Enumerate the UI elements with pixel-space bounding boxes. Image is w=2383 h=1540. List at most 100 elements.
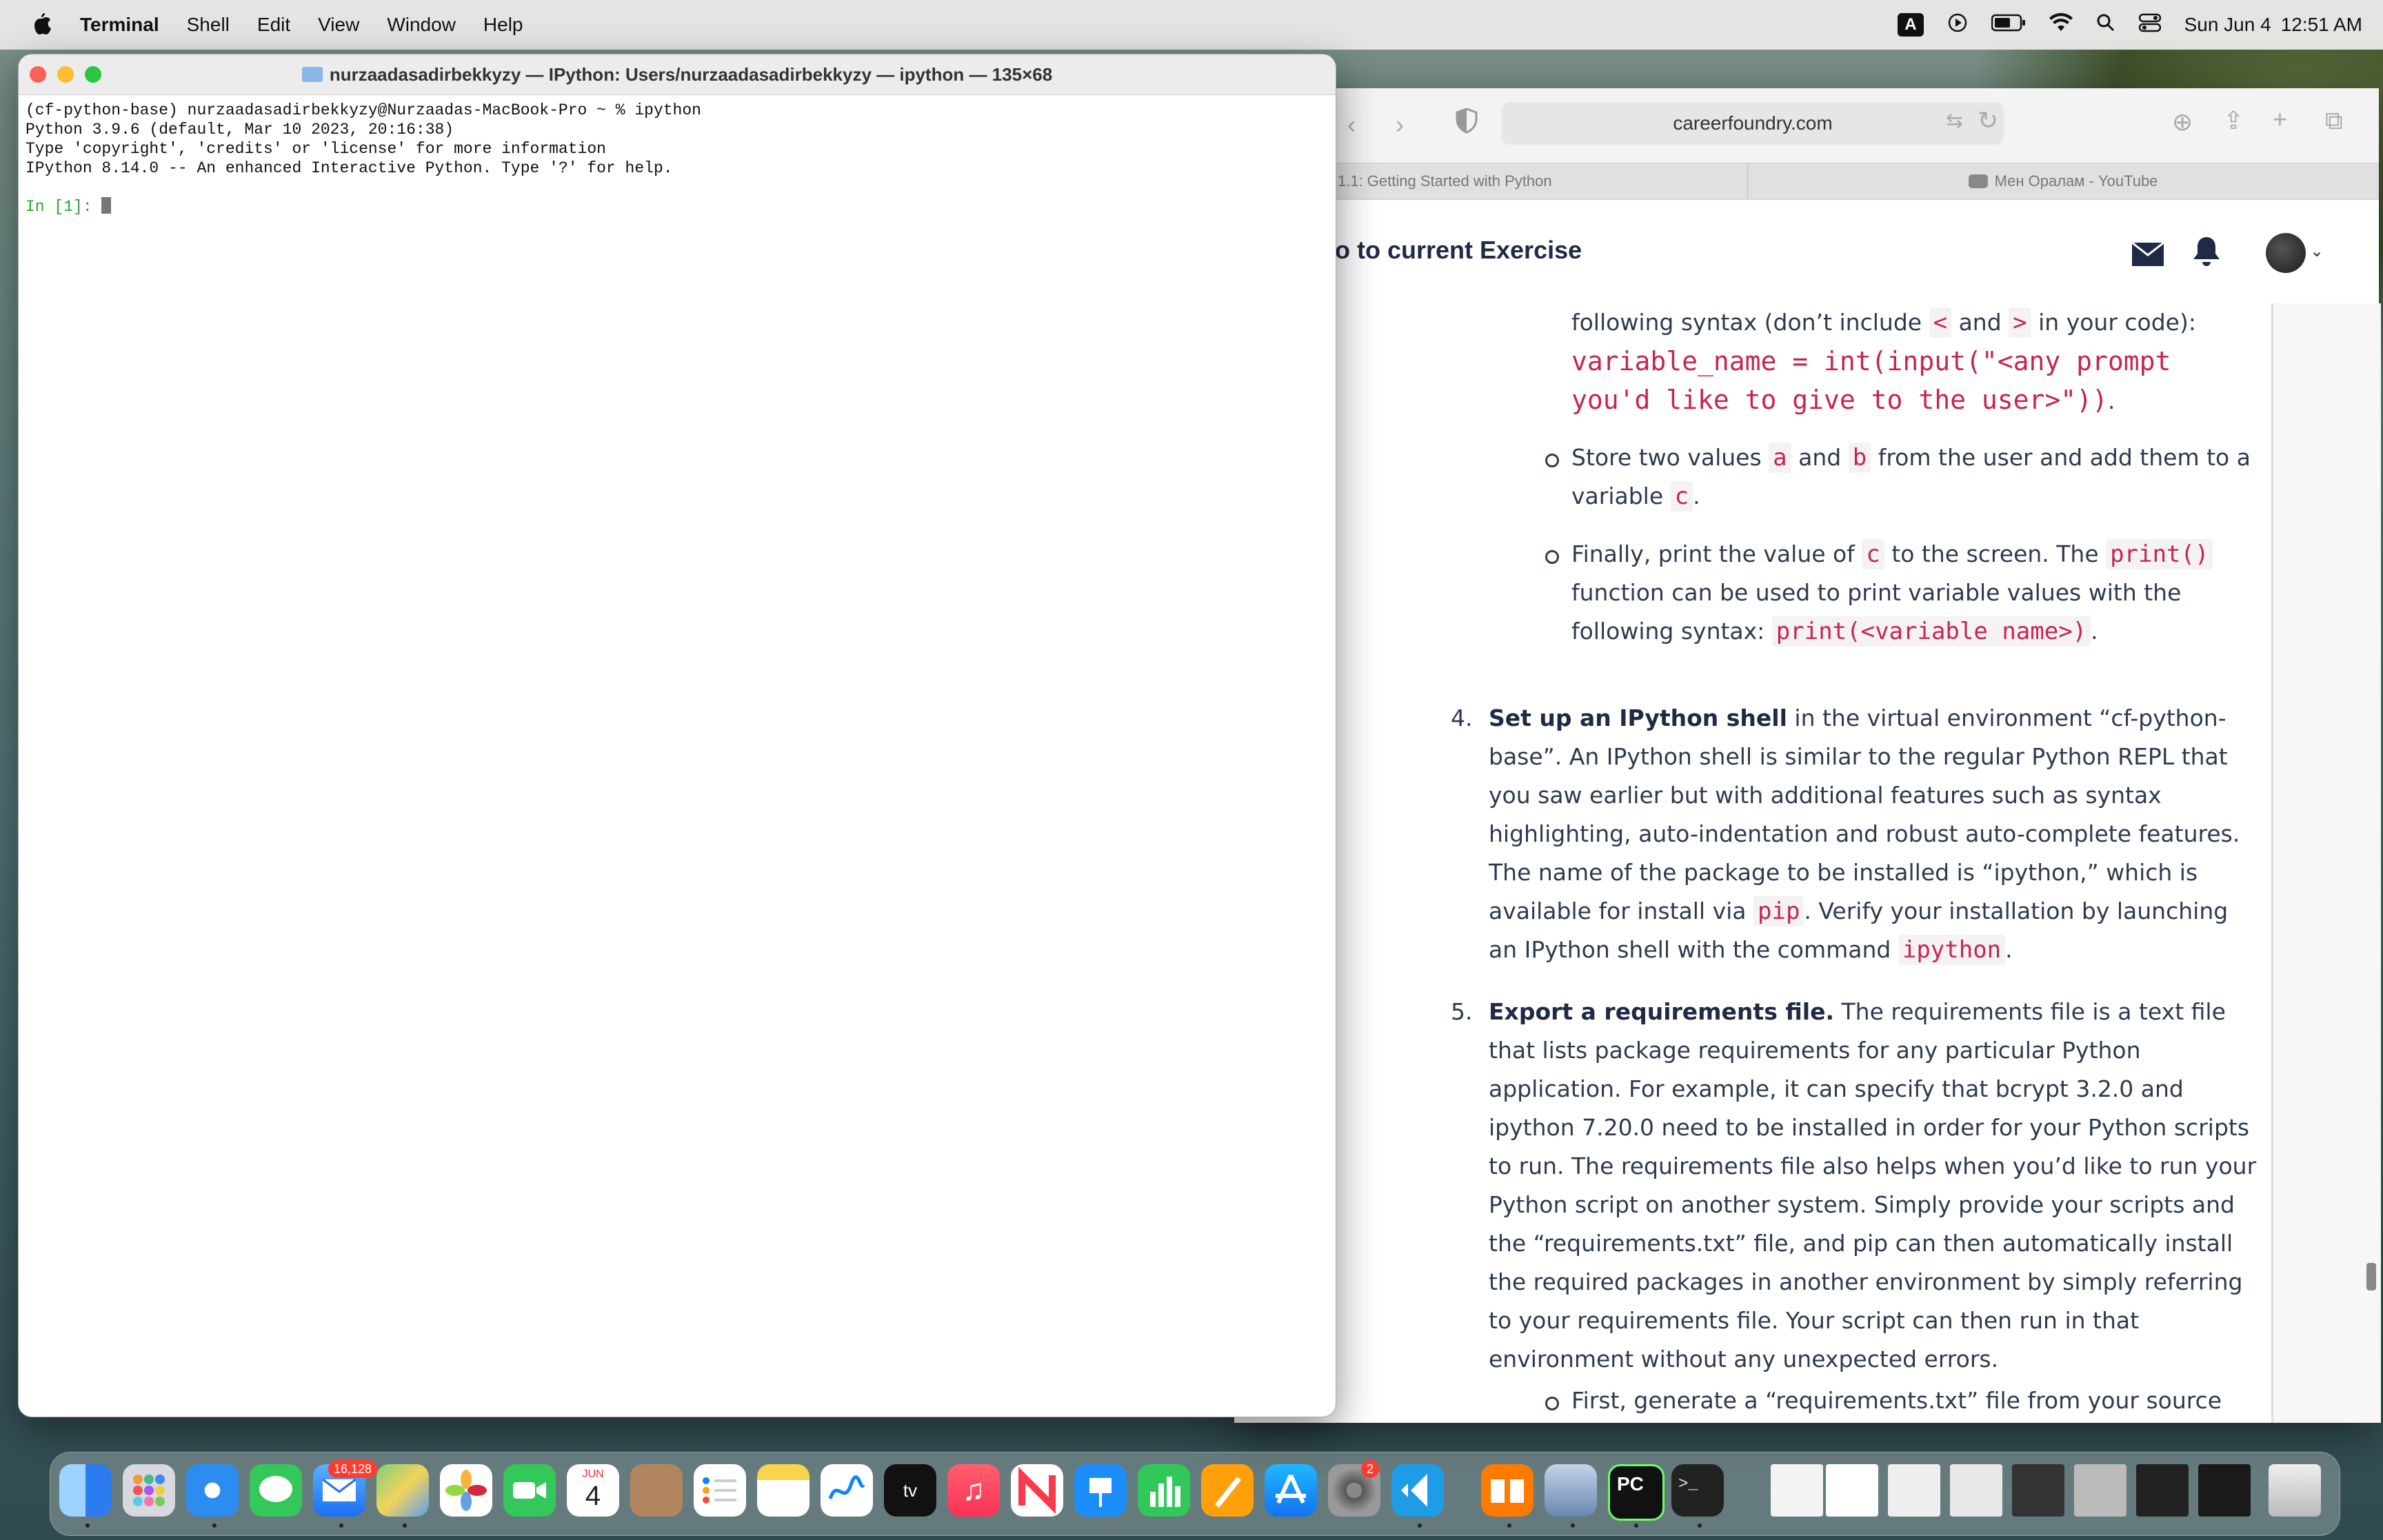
finder-icon[interactable] <box>59 1464 112 1517</box>
document-thumbnail[interactable] <box>1826 1464 1878 1517</box>
text: highlighting, auto-indentation and robus… <box>1489 820 2240 847</box>
news-icon[interactable] <box>1011 1464 1063 1517</box>
running-indicator <box>86 1523 90 1528</box>
document-thumbnail[interactable] <box>1771 1464 1823 1517</box>
notification-bell-icon[interactable] <box>2191 236 2222 276</box>
code-pip: pip <box>1753 896 1804 926</box>
document-thumbnail[interactable] <box>1888 1464 1940 1517</box>
numbers-icon[interactable] <box>1138 1464 1190 1517</box>
text: to your requirements file. Your script c… <box>1489 1307 2140 1334</box>
reminders-icon[interactable] <box>694 1464 746 1517</box>
text: The requirements file is a text file <box>1841 998 2226 1025</box>
safari-icon[interactable] <box>186 1464 239 1517</box>
apple-tv-icon[interactable]: tv <box>884 1464 936 1517</box>
privacy-shield-icon[interactable] <box>1455 108 1478 140</box>
avatar[interactable] <box>2266 233 2306 273</box>
freeform-icon[interactable] <box>821 1464 873 1517</box>
text: . <box>2107 387 2115 414</box>
battery-icon[interactable] <box>1991 14 2026 37</box>
spotlight-search-icon[interactable] <box>2096 13 2115 37</box>
window-thumbnail[interactable] <box>2074 1464 2126 1517</box>
pages-icon[interactable] <box>1201 1464 1254 1517</box>
tab-label: Мен Оралам - YouTube <box>1994 172 2158 190</box>
terminal-title: nurzaadasadirbekkyzy — IPython: Users/nu… <box>19 64 1336 85</box>
text: environment without any unexpected error… <box>1489 1346 1999 1372</box>
menu-app-name[interactable]: Terminal <box>80 14 159 36</box>
code-input-example: variable_name = int(input("<any prompt <box>1571 346 2171 376</box>
bullet-print-cont: function can be used to print variable v… <box>1335 574 2181 612</box>
menu-window[interactable]: Window <box>387 14 456 36</box>
step-5: Export a requirements file. The requirem… <box>1489 993 2256 1379</box>
menu-time[interactable]: 12:51 AM <box>2281 14 2362 36</box>
app-store-icon[interactable] <box>1265 1464 1317 1517</box>
launchpad-icon[interactable] <box>123 1464 175 1517</box>
chevron-down-icon[interactable]: ⌄ <box>2310 241 2324 261</box>
tab-getting-started[interactable]: 1.1: Getting Started with Python <box>1335 163 1750 199</box>
text: First, generate a “requirements.txt” fil… <box>1571 1387 2222 1414</box>
forward-icon[interactable]: › <box>1396 110 1404 139</box>
terminal-window[interactable]: nurzaadasadirbekkyzy — IPython: Users/nu… <box>18 54 1336 1417</box>
code-c: c <box>1670 481 1693 511</box>
text: to the screen. The <box>1891 540 2099 567</box>
right-gutter <box>2271 303 2381 1423</box>
current-exercise-link[interactable]: o to current Exercise <box>1335 236 1582 265</box>
text: from the user and add them to a <box>1878 444 2251 471</box>
control-center-icon[interactable] <box>2138 13 2161 37</box>
apple-icon[interactable] <box>25 13 58 37</box>
menu-view[interactable]: View <box>318 14 359 36</box>
downloads-icon[interactable]: ⊕ <box>2172 108 2193 136</box>
menu-bar: Terminal Shell Edit View Window Help A S… <box>0 0 2383 50</box>
back-icon[interactable]: ‹ <box>1347 110 1356 139</box>
menu-help[interactable]: Help <box>483 14 523 36</box>
window-thumbnail[interactable] <box>2198 1464 2251 1517</box>
window-thumbnail[interactable] <box>2012 1464 2064 1517</box>
music-icon[interactable]: ♫ <box>947 1464 1000 1517</box>
new-tab-icon[interactable]: + <box>2273 105 2287 134</box>
terminal-titlebar[interactable]: nurzaadasadirbekkyzy — IPython: Users/nu… <box>19 54 1336 95</box>
preview-icon[interactable] <box>1545 1464 1597 1517</box>
translate-icon[interactable]: ⇆ <box>1946 109 1963 133</box>
maps-icon[interactable] <box>376 1464 429 1517</box>
calendar-month: JUN <box>582 1468 604 1480</box>
share-icon[interactable]: ⇪ <box>2223 106 2244 135</box>
code-line: variable_name = int(input("<any prompt <box>1335 342 2171 382</box>
tab-youtube[interactable]: Мен Оралам - YouTube <box>1747 163 2378 199</box>
running-indicator <box>1571 1523 1575 1528</box>
facetime-icon[interactable] <box>503 1464 556 1517</box>
code-a: a <box>1769 443 1791 473</box>
step-number: 5. <box>1451 998 1473 1025</box>
running-indicator <box>1698 1523 1702 1528</box>
messages-icon[interactable] <box>250 1464 302 1517</box>
now-playing-icon[interactable] <box>1947 12 1968 38</box>
menu-date[interactable]: Sun Jun 4 <box>2184 14 2271 36</box>
books-icon[interactable] <box>1481 1464 1534 1517</box>
menu-edit[interactable]: Edit <box>257 14 290 36</box>
notes-icon[interactable] <box>757 1464 810 1517</box>
running-indicator <box>1507 1523 1511 1528</box>
menu-shell[interactable]: Shell <box>187 14 230 36</box>
terminal-app-icon[interactable]: >_ <box>1671 1464 1724 1517</box>
pycharm-icon[interactable]: PC <box>1608 1464 1665 1521</box>
contacts-icon[interactable] <box>630 1464 683 1517</box>
running-indicator <box>1418 1523 1422 1528</box>
tab-overview-icon[interactable]: ⧉ <box>2325 106 2343 136</box>
trash-icon[interactable] <box>2269 1464 2321 1517</box>
calendar-icon[interactable]: JUN 4 <box>567 1464 619 1517</box>
scrollbar-thumb[interactable] <box>2366 1263 2376 1290</box>
keynote-icon[interactable] <box>1074 1464 1127 1517</box>
photos-icon[interactable] <box>440 1464 492 1517</box>
text: application. For example, it can specify… <box>1489 1075 2184 1102</box>
document-thumbnail[interactable] <box>1950 1464 2002 1517</box>
wifi-icon[interactable] <box>2049 12 2073 37</box>
mail-icon[interactable] <box>2131 241 2164 266</box>
bullet-store-values-cont: variable c. <box>1335 477 1700 516</box>
vscode-icon[interactable] <box>1391 1464 1444 1517</box>
terminal-output[interactable]: (cf-python-base) nurzaadasadirbekkyzy@Nu… <box>19 95 1336 222</box>
input-source-icon[interactable]: A <box>1898 13 1924 37</box>
settings-badge: 2 <box>1361 1460 1380 1478</box>
reload-icon[interactable]: ↻ <box>1978 106 1998 135</box>
window-thumbnail[interactable] <box>2136 1464 2189 1517</box>
pycharm-label: PC <box>1617 1473 1644 1495</box>
address-bar[interactable]: careerfoundry.com <box>1502 102 2004 145</box>
text: Finally, print the value of <box>1571 540 1855 567</box>
